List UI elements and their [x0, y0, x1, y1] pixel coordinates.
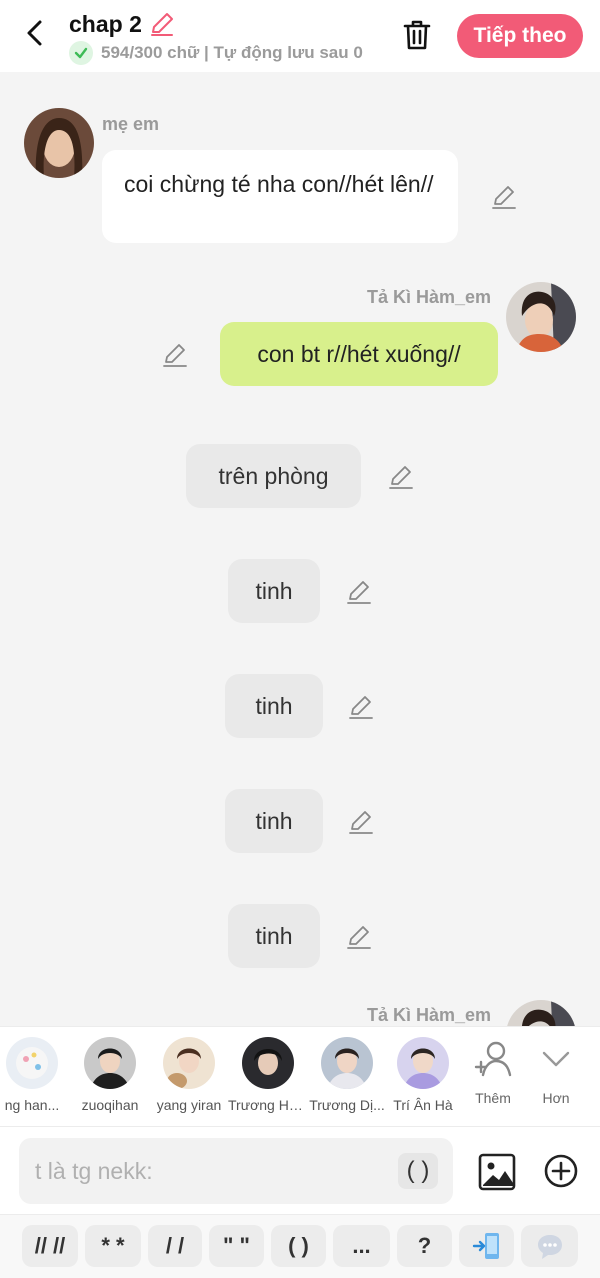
symbol-button[interactable]: // //	[22, 1225, 78, 1267]
character-name: Trương Dị...	[309, 1097, 385, 1113]
avatar[interactable]	[506, 282, 576, 352]
character-item[interactable]: zuoqihan	[70, 1037, 150, 1113]
more-button[interactable]: Hơn	[521, 1039, 591, 1106]
character-item[interactable]: Trương Hà...	[228, 1037, 308, 1113]
character-item[interactable]: Trương Dị...	[307, 1037, 387, 1113]
symbol-button[interactable]: / /	[148, 1225, 202, 1267]
symbol-button[interactable]: ...	[333, 1225, 390, 1267]
edit-message-icon[interactable]	[347, 693, 375, 721]
add-character-button[interactable]: Thêm	[458, 1039, 528, 1106]
image-icon[interactable]	[478, 1153, 516, 1191]
message-input[interactable]	[19, 1138, 453, 1204]
edit-message-icon[interactable]	[490, 183, 518, 211]
add-circle-icon[interactable]	[544, 1154, 578, 1188]
add-label: Thêm	[475, 1090, 511, 1106]
phone-arrow-icon	[472, 1233, 499, 1259]
avatar[interactable]	[24, 108, 94, 178]
paren-insert-button[interactable]: ( )	[398, 1153, 438, 1189]
character-name: Trương Hà...	[228, 1097, 308, 1113]
edit-message-icon[interactable]	[345, 578, 373, 606]
edit-message-icon[interactable]	[347, 808, 375, 836]
avatar	[6, 1037, 58, 1089]
word-count-status: 594/300 chữ | Tự động lưu sau 0	[101, 43, 363, 62]
input-bar: ( )	[0, 1126, 600, 1214]
symbol-button[interactable]: ( )	[271, 1225, 326, 1267]
chevron-down-icon	[542, 1051, 570, 1067]
narration-bubble[interactable]: tinh	[225, 789, 323, 853]
narration-bubble[interactable]: trên phòng	[186, 444, 361, 508]
character-bar: ng han... zuoqihan yang yiran Trương Hà.…	[0, 1026, 600, 1126]
edit-title-icon[interactable]	[148, 10, 176, 38]
avatar	[397, 1037, 449, 1089]
speaker-name: Tả Kì Hàm_em	[367, 1005, 492, 1025]
next-button[interactable]: Tiếp theo	[457, 14, 583, 58]
edit-message-icon[interactable]	[387, 463, 415, 491]
narration-bubble[interactable]: tinh	[225, 674, 323, 738]
switch-device-button[interactable]	[459, 1225, 514, 1267]
character-item[interactable]: Trí Ân Hà	[383, 1037, 463, 1113]
trash-icon[interactable]	[400, 18, 434, 52]
avatar	[321, 1037, 373, 1089]
back-arrow-icon[interactable]	[18, 16, 52, 50]
narration-bubble[interactable]: tinh	[228, 904, 320, 968]
character-name: Trí Ân Hà	[393, 1097, 453, 1113]
character-name: zuoqihan	[81, 1097, 139, 1113]
avatar	[163, 1037, 215, 1089]
speaker-name: Tả Kì Hàm_em	[367, 287, 492, 307]
symbol-button[interactable]: ?	[397, 1225, 452, 1267]
add-person-icon	[474, 1041, 512, 1077]
speech-bubble-button[interactable]	[521, 1225, 578, 1267]
symbol-button[interactable]: * *	[85, 1225, 141, 1267]
character-name: ng han...	[4, 1097, 60, 1113]
check-icon	[69, 41, 93, 65]
more-label: Hơn	[542, 1090, 570, 1106]
symbol-toolbar: // // * * / / " " ( ) ... ?	[0, 1214, 600, 1278]
chapter-title: chap 2	[69, 10, 142, 37]
narration-bubble[interactable]: tinh	[228, 559, 320, 623]
avatar	[84, 1037, 136, 1089]
speech-bubble-icon	[537, 1235, 562, 1259]
message-bubble[interactable]: con bt r//hét xuống//	[220, 322, 498, 386]
speaker-name: mẹ em	[102, 114, 160, 134]
message-bubble[interactable]: coi chừng té nha con//hét lên//	[102, 150, 458, 243]
symbol-button[interactable]: " "	[209, 1225, 264, 1267]
edit-message-icon[interactable]	[161, 341, 189, 369]
edit-message-icon[interactable]	[345, 923, 373, 951]
character-name: yang yiran	[156, 1097, 222, 1113]
character-item[interactable]: yang yiran	[149, 1037, 229, 1113]
character-item[interactable]: ng han...	[0, 1037, 72, 1113]
top-bar: chap 2 594/300 chữ | Tự động lưu sau 0 T…	[0, 0, 600, 72]
avatar	[242, 1037, 294, 1089]
